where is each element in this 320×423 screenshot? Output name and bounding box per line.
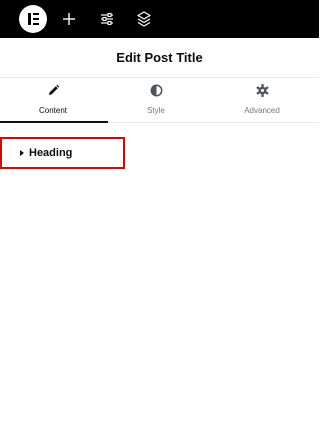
section-label: Heading: [29, 147, 73, 159]
panel-title: Edit Post Title: [0, 38, 319, 78]
layers-icon[interactable]: [134, 9, 154, 29]
tab-label: Style: [147, 106, 165, 115]
elementor-logo-icon[interactable]: [19, 5, 47, 33]
tabs-bar: Content Style Advanced: [0, 78, 319, 123]
half-circle-icon: [150, 84, 163, 97]
plus-icon[interactable]: [59, 9, 79, 29]
tab-label: Content: [38, 106, 68, 115]
tab-advanced[interactable]: Advanced: [209, 78, 315, 122]
sliders-icon[interactable]: [97, 9, 117, 29]
tab-content[interactable]: Content: [0, 78, 108, 123]
pencil-icon: [49, 84, 60, 95]
active-tab-indicator: [0, 121, 108, 123]
tab-label: Advanced: [244, 106, 280, 115]
caret-right-icon: [20, 150, 24, 156]
heading-section-toggle[interactable]: Heading: [0, 137, 125, 169]
gear-icon: [256, 84, 269, 97]
tab-style[interactable]: Style: [103, 78, 209, 122]
editor-topbar: [0, 0, 319, 38]
